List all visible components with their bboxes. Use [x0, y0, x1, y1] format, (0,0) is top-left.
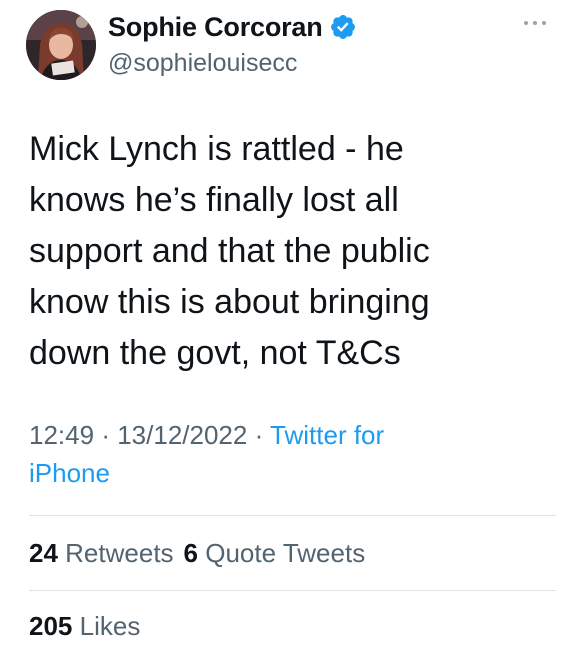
- retweets-label: Retweets: [65, 538, 174, 568]
- tweet-source-line2: iPhone: [29, 458, 110, 488]
- more-dot-icon: [524, 21, 528, 25]
- meta-separator: ·: [254, 420, 264, 450]
- meta-separator: ·: [101, 420, 110, 450]
- author-display-name[interactable]: Sophie Corcoran: [108, 12, 323, 43]
- tweet-date[interactable]: 13/12/2022: [117, 420, 247, 450]
- likes-stats-row: 205 Likes: [29, 611, 140, 642]
- tweet-source-line1: Twitter for: [270, 420, 385, 450]
- author-name-row: Sophie Corcoran: [108, 12, 357, 42]
- tweet-metadata: 12:49 · 13/12/2022 · Twitter for iPhone: [29, 416, 549, 492]
- retweets-link[interactable]: 24 Retweets: [29, 538, 174, 568]
- likes-link[interactable]: 205 Likes: [29, 611, 140, 641]
- tweet-time[interactable]: 12:49: [29, 420, 94, 450]
- likes-label: Likes: [79, 611, 141, 641]
- author-handle[interactable]: @sophielouisecc: [108, 49, 297, 78]
- more-dot-icon: [533, 21, 537, 25]
- tweet-card: Sophie Corcoran @sophielouisecc Mick Lyn…: [0, 0, 574, 666]
- profile-photo-icon: [26, 10, 96, 80]
- quote-tweets-label: Quote Tweets: [205, 538, 366, 568]
- tweet-text: Mick Lynch is rattled - he knows he’s fi…: [29, 130, 430, 372]
- avatar[interactable]: [26, 10, 96, 80]
- retweets-count: 24: [29, 538, 58, 568]
- divider: [29, 515, 556, 516]
- verified-badge-icon: [329, 13, 357, 41]
- quote-tweets-link[interactable]: 6 Quote Tweets: [184, 538, 366, 568]
- more-options-button[interactable]: [524, 14, 546, 32]
- retweet-stats-row: 24 Retweets 6 Quote Tweets: [29, 538, 365, 569]
- likes-count: 205: [29, 611, 73, 641]
- more-dot-icon: [542, 21, 546, 25]
- divider: [29, 590, 556, 591]
- quote-tweets-count: 6: [183, 538, 199, 568]
